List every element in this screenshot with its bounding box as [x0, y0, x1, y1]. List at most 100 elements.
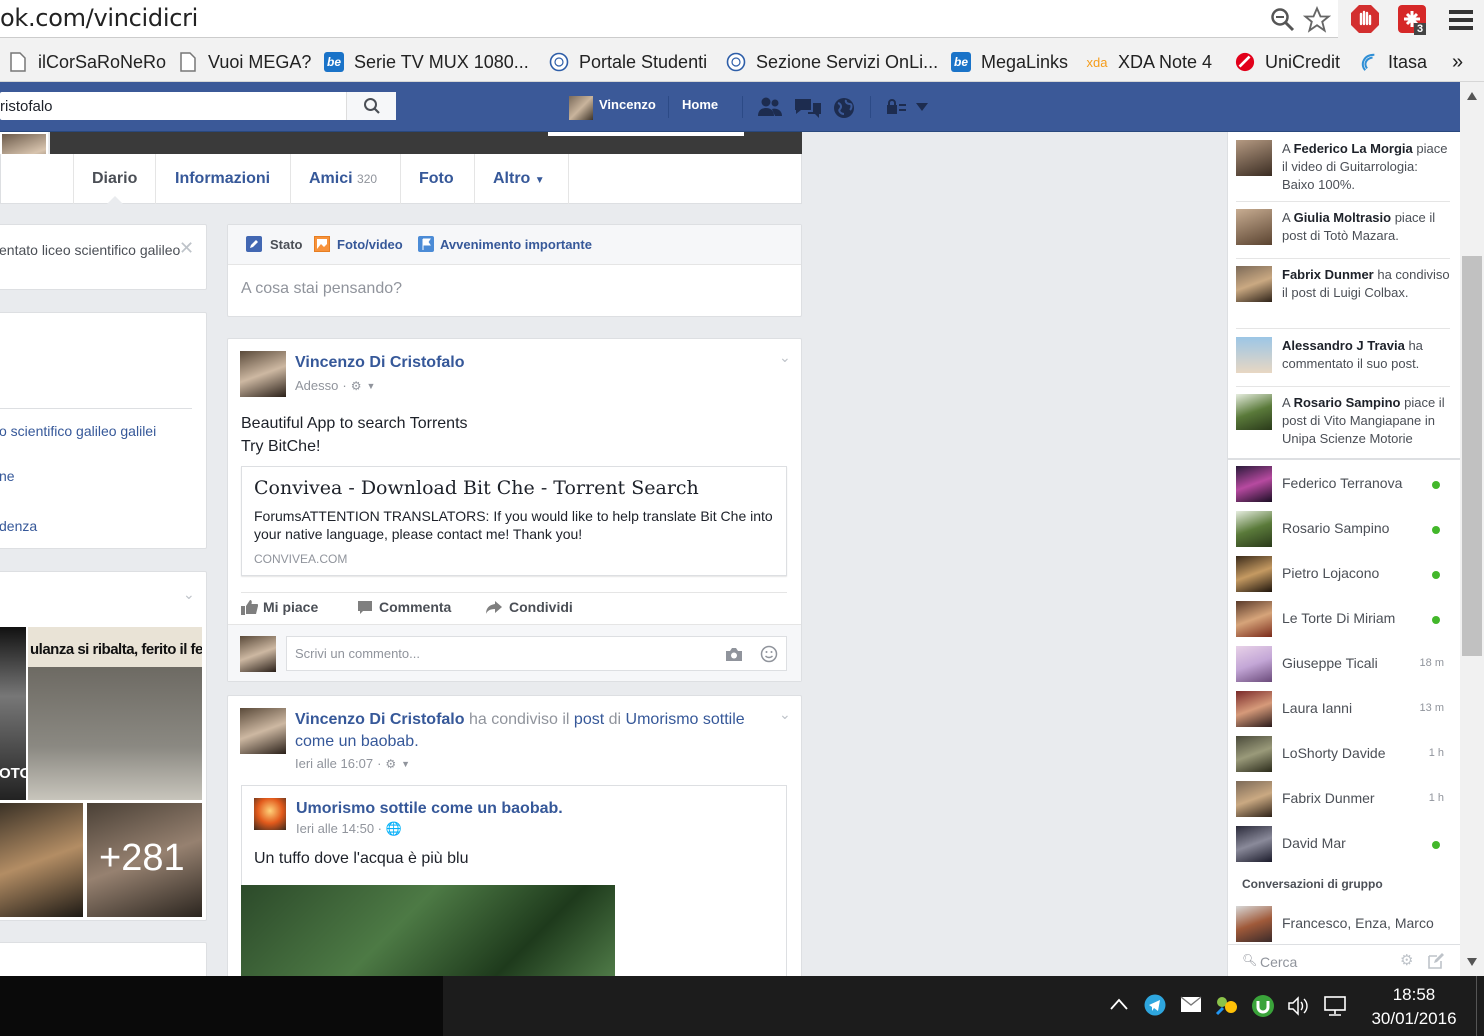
like-button[interactable]: Mi piace	[241, 599, 318, 615]
post-time[interactable]: Adesso	[295, 378, 338, 393]
tab-foto[interactable]: Foto	[401, 154, 475, 204]
network-icon[interactable]	[1323, 995, 1347, 1017]
page-link-continued[interactable]: come un baobab.	[295, 733, 419, 750]
tab-altro[interactable]: Altro ▼	[475, 154, 569, 204]
scrollbar-thumb[interactable]	[1462, 256, 1482, 656]
bookmark-serie-tv[interactable]: be Serie TV MUX 1080...	[324, 50, 529, 74]
bookmark-vuoi-mega[interactable]: Vuoi MEGA?	[178, 50, 311, 74]
chat-contact[interactable]: Federico Terranova	[1236, 462, 1450, 507]
status-input[interactable]: A cosa stai pensando?	[241, 280, 402, 298]
chat-contact[interactable]: Le Torte Di Miriam	[1236, 597, 1450, 642]
post-time[interactable]: Ieri alle 16:07	[295, 756, 373, 771]
link-preview[interactable]: Convivea - Download Bit Che - Torrent Se…	[241, 466, 787, 576]
chevron-up-icon[interactable]	[1110, 998, 1128, 1010]
audience-gear-icon[interactable]: ⚙	[385, 757, 396, 771]
author-name[interactable]: Vincenzo Di Cristofalo	[295, 711, 465, 728]
bookmark-ilcorsaronero[interactable]: ilCorSaRoNeRo	[8, 50, 166, 74]
user-avatar[interactable]	[569, 96, 593, 120]
scroll-down-arrow-icon[interactable]	[1467, 958, 1477, 966]
chat-contact[interactable]: Laura Ianni 13 m	[1236, 687, 1450, 732]
star-icon[interactable]	[1303, 6, 1331, 34]
composer-tab-stato[interactable]: Stato	[246, 236, 303, 252]
composer-tab-foto[interactable]: Foto/video	[314, 236, 403, 252]
post-options-chevron-icon[interactable]: ⌄	[779, 706, 791, 723]
telegram-icon[interactable]	[1144, 994, 1166, 1016]
post-link[interactable]: post	[574, 711, 604, 728]
post-time[interactable]: Ieri alle 14:50	[296, 821, 374, 836]
photo-thumbnail[interactable]	[0, 803, 83, 917]
chevron-down-icon[interactable]: ▼	[401, 759, 410, 769]
chevron-down-icon[interactable]: ▼	[366, 381, 375, 391]
network-manager-icon[interactable]	[1215, 994, 1239, 1016]
tab-amici[interactable]: Amici 320	[291, 154, 401, 204]
author-name[interactable]: Vincenzo Di Cristofalo	[295, 354, 465, 372]
account-menu-caret-icon[interactable]	[915, 102, 929, 112]
about-item-2[interactable]: ne	[0, 468, 15, 484]
bookmark-itasa[interactable]: Itasa	[1358, 50, 1427, 74]
emoji-icon[interactable]	[760, 645, 778, 663]
ticker-item[interactable]: Alessandro J Travia ha commentato il suo…	[1236, 337, 1450, 387]
chevron-down-icon[interactable]: ⌄	[183, 586, 195, 603]
gear-icon[interactable]: ⚙	[1400, 951, 1413, 969]
bookmark-portale-studenti[interactable]: Portale Studenti	[549, 50, 707, 74]
messages-icon[interactable]	[794, 97, 822, 119]
utorrent-icon[interactable]	[1251, 994, 1275, 1018]
chat-contact[interactable]: Giuseppe Ticali 18 m	[1236, 642, 1450, 687]
chat-contact[interactable]: David Mar	[1236, 822, 1450, 867]
comment-button[interactable]: Commenta	[357, 599, 451, 615]
shared-page-name[interactable]: Umorismo sottile come un baobab.	[296, 800, 563, 818]
notifications-globe-icon[interactable]	[833, 97, 855, 119]
taskbar-app-area[interactable]	[0, 976, 443, 1036]
bookmark-unicredit[interactable]: UniCredit	[1235, 50, 1340, 74]
ticker-item[interactable]: A Federico La Morgia piace il video di G…	[1236, 140, 1450, 202]
new-message-icon[interactable]	[1428, 953, 1444, 969]
page-link[interactable]: Umorismo sottile	[626, 711, 745, 728]
photo-thumbnail[interactable]: OTO	[0, 627, 31, 800]
taskbar-clock[interactable]: 18:58 30/01/2016	[1366, 983, 1462, 1031]
mail-icon[interactable]	[1180, 996, 1202, 1013]
extension-icon[interactable]: 3	[1398, 5, 1427, 35]
more-bookmarks-button[interactable]: »	[1452, 50, 1463, 74]
adblock-icon[interactable]	[1350, 4, 1380, 34]
friend-requests-icon[interactable]	[757, 96, 783, 118]
commenter-avatar[interactable]	[240, 636, 276, 672]
author-avatar[interactable]	[240, 351, 286, 397]
composer-tab-evento[interactable]: Avvenimento importante	[418, 236, 592, 252]
volume-icon[interactable]	[1287, 996, 1309, 1016]
bookmark-xda[interactable]: xda XDA Note 4	[1086, 50, 1213, 74]
scroll-up-arrow-icon[interactable]	[1467, 92, 1477, 100]
home-link[interactable]: Home	[682, 97, 718, 112]
group-chat[interactable]: Francesco, Enza, Marco	[1236, 902, 1450, 947]
ticker-item[interactable]: A Rosario Sampino piace il post di Vito …	[1236, 394, 1450, 457]
author-avatar[interactable]	[240, 708, 286, 754]
privacy-shortcuts-icon[interactable]	[885, 98, 907, 116]
address-bar[interactable]: ok.com/vincidicri	[0, 0, 1338, 38]
camera-icon[interactable]	[725, 647, 743, 662]
chat-contact[interactable]: LoShorty Davide 1 h	[1236, 732, 1450, 777]
close-icon[interactable]: ✕	[179, 238, 194, 259]
page-avatar[interactable]	[254, 798, 286, 830]
photo-thumbnail-newspaper[interactable]: ulanza si ribalta, ferito il fe	[28, 627, 202, 800]
show-desktop-button[interactable]	[1476, 976, 1484, 1036]
ticker-item[interactable]: Fabrix Dunmer ha condiviso il post di Lu…	[1236, 266, 1450, 329]
comment-input[interactable]: Scrivi un commento...	[286, 636, 787, 671]
share-button[interactable]: Condividi	[485, 599, 573, 615]
post-options-chevron-icon[interactable]: ⌄	[779, 349, 791, 366]
chat-contact[interactable]: Fabrix Dunmer 1 h	[1236, 777, 1450, 822]
about-residence[interactable]: denza	[0, 518, 37, 534]
menu-icon[interactable]	[1448, 8, 1474, 32]
ticker-item[interactable]: A Giulia Moltrasio piace il post di Totò…	[1236, 209, 1450, 259]
bookmark-megalinks[interactable]: be MegaLinks	[951, 50, 1068, 74]
chat-search-input[interactable]: Cerca	[1260, 954, 1297, 970]
search-input[interactable]	[0, 92, 340, 120]
search-button[interactable]	[346, 92, 396, 120]
tab-informazioni[interactable]: Informazioni	[157, 154, 291, 204]
chat-contact[interactable]: Pietro Lojacono	[1236, 552, 1450, 597]
about-school-link[interactable]: o scientifico galileo galilei	[0, 423, 156, 439]
profile-link[interactable]: Vincenzo	[599, 97, 656, 112]
audience-gear-icon[interactable]: ⚙	[351, 379, 362, 393]
bookmark-sezione-servizi[interactable]: Sezione Servizi OnLi...	[726, 50, 938, 74]
more-photos-tile[interactable]: +281	[87, 803, 202, 917]
chat-contact[interactable]: Rosario Sampino	[1236, 507, 1450, 552]
zoom-icon[interactable]	[1270, 7, 1296, 33]
